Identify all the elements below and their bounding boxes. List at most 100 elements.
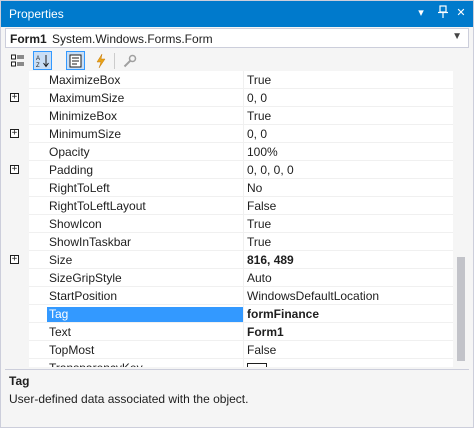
property-row[interactable]: Text Form1: [29, 323, 453, 341]
property-name[interactable]: ShowInTaskbar: [49, 235, 245, 251]
property-row[interactable]: ShowIcon True: [29, 215, 453, 233]
property-name[interactable]: Tag: [47, 307, 244, 323]
property-name[interactable]: Text: [49, 325, 245, 341]
property-row[interactable]: Opacity 100%: [29, 143, 453, 161]
svg-text:Z: Z: [36, 63, 40, 68]
scrollbar-thumb[interactable]: [457, 257, 465, 361]
svg-text:A: A: [36, 56, 40, 62]
property-value[interactable]: True: [247, 73, 453, 89]
property-pages-icon: [123, 54, 137, 68]
column-divider: [243, 341, 244, 359]
property-name[interactable]: TransparencyKey: [49, 361, 245, 367]
properties-icon: [69, 54, 82, 68]
description-title: Tag: [9, 374, 30, 388]
column-divider: [243, 107, 244, 125]
properties-toolbar: A Z: [5, 49, 469, 71]
description-text: User-defined data associated with the ob…: [9, 392, 249, 406]
property-value[interactable]: False: [247, 199, 453, 215]
close-icon[interactable]: ✕: [453, 5, 469, 21]
vertical-scrollbar[interactable]: [453, 71, 469, 367]
property-value[interactable]: 0, 0, 0, 0: [247, 163, 453, 179]
property-value[interactable]: 0, 0: [247, 127, 453, 143]
expand-icon[interactable]: +: [10, 129, 19, 138]
property-value[interactable]: 100%: [247, 145, 453, 161]
property-name[interactable]: StartPosition: [49, 289, 245, 305]
object-selector[interactable]: Form1 System.Windows.Forms.Form ▼: [5, 28, 469, 48]
property-value[interactable]: True: [247, 109, 453, 125]
property-row[interactable]: TransparencyKey: [29, 359, 453, 367]
properties-button[interactable]: [66, 51, 85, 70]
property-value[interactable]: 0, 0: [247, 91, 453, 107]
expand-icon[interactable]: +: [10, 93, 19, 102]
column-divider: [243, 287, 244, 305]
property-value[interactable]: WindowsDefaultLocation: [247, 289, 453, 305]
property-row[interactable]: SizeGripStyle Auto: [29, 269, 453, 287]
column-divider: [243, 251, 244, 269]
property-value[interactable]: [247, 361, 453, 367]
column-divider: [243, 125, 244, 143]
property-value[interactable]: False: [247, 343, 453, 359]
property-name[interactable]: Opacity: [49, 145, 245, 161]
property-name[interactable]: MaximumSize: [49, 91, 245, 107]
window-title: Properties: [9, 7, 64, 21]
property-row[interactable]: MaximizeBox True: [29, 71, 453, 89]
property-name[interactable]: Padding: [49, 163, 245, 179]
property-name[interactable]: RightToLeft: [49, 181, 245, 197]
property-value[interactable]: True: [247, 217, 453, 233]
property-pages-button[interactable]: [120, 51, 139, 70]
categorized-icon: [11, 54, 24, 67]
property-row[interactable]: Padding 0, 0, 0, 0: [29, 161, 453, 179]
property-value[interactable]: Form1: [247, 325, 453, 341]
chevron-down-icon[interactable]: ▼: [452, 31, 462, 42]
property-name[interactable]: RightToLeftLayout: [49, 199, 245, 215]
expand-icon[interactable]: +: [10, 255, 19, 264]
object-type: System.Windows.Forms.Form: [52, 32, 213, 46]
column-divider: [243, 269, 244, 287]
property-name[interactable]: MinimumSize: [49, 127, 245, 143]
alphabetical-button[interactable]: A Z: [33, 51, 52, 70]
object-name: Form1: [10, 32, 47, 46]
property-name[interactable]: MaximizeBox: [49, 73, 245, 89]
property-value[interactable]: formFinance: [247, 307, 453, 323]
property-row[interactable]: RightToLeftLayout False: [29, 197, 453, 215]
property-value[interactable]: True: [247, 235, 453, 251]
window-menu-dropdown-icon[interactable]: ▾: [413, 5, 429, 21]
property-name[interactable]: TopMost: [49, 343, 245, 359]
property-value[interactable]: Auto: [247, 271, 453, 287]
column-divider: [243, 71, 244, 89]
property-row[interactable]: RightToLeft No: [29, 179, 453, 197]
column-divider: [243, 161, 244, 179]
property-row[interactable]: MinimizeBox True: [29, 107, 453, 125]
property-row[interactable]: Size 816, 489: [29, 251, 453, 269]
categorized-button[interactable]: [8, 51, 27, 70]
events-icon: [96, 54, 106, 68]
property-row[interactable]: StartPosition WindowsDefaultLocation: [29, 287, 453, 305]
property-name[interactable]: SizeGripStyle: [49, 271, 245, 287]
alphabetical-icon: A Z: [36, 55, 49, 68]
property-row[interactable]: Tag formFinance: [29, 305, 453, 323]
column-divider: [243, 215, 244, 233]
property-row[interactable]: MinimumSize 0, 0: [29, 125, 453, 143]
properties-window: Properties ▾ ✕ Form1 System.Windows.Form…: [0, 0, 474, 428]
toolbar-separator: [114, 53, 115, 69]
property-name[interactable]: MinimizeBox: [49, 109, 245, 125]
expand-icon[interactable]: +: [10, 165, 19, 174]
property-row[interactable]: TopMost False: [29, 341, 453, 359]
expander-gutter: + + + +: [5, 71, 29, 367]
property-value[interactable]: No: [247, 181, 453, 197]
property-row[interactable]: ShowInTaskbar True: [29, 233, 453, 251]
column-divider: [243, 305, 244, 323]
column-divider: [243, 143, 244, 161]
column-divider: [243, 233, 244, 251]
title-bar[interactable]: Properties ▾ ✕: [1, 1, 473, 27]
column-divider: [243, 359, 244, 367]
column-divider: [243, 197, 244, 215]
column-divider: [243, 179, 244, 197]
pin-icon[interactable]: [435, 5, 451, 21]
property-name[interactable]: ShowIcon: [49, 217, 245, 233]
events-button[interactable]: [91, 51, 110, 70]
property-grid: MaximizeBox True MaximumSize 0, 0 MinimizeBo…: [29, 71, 453, 367]
property-value[interactable]: 816, 489: [247, 253, 453, 269]
property-name[interactable]: Size: [49, 253, 245, 269]
property-row[interactable]: MaximumSize 0, 0: [29, 89, 453, 107]
